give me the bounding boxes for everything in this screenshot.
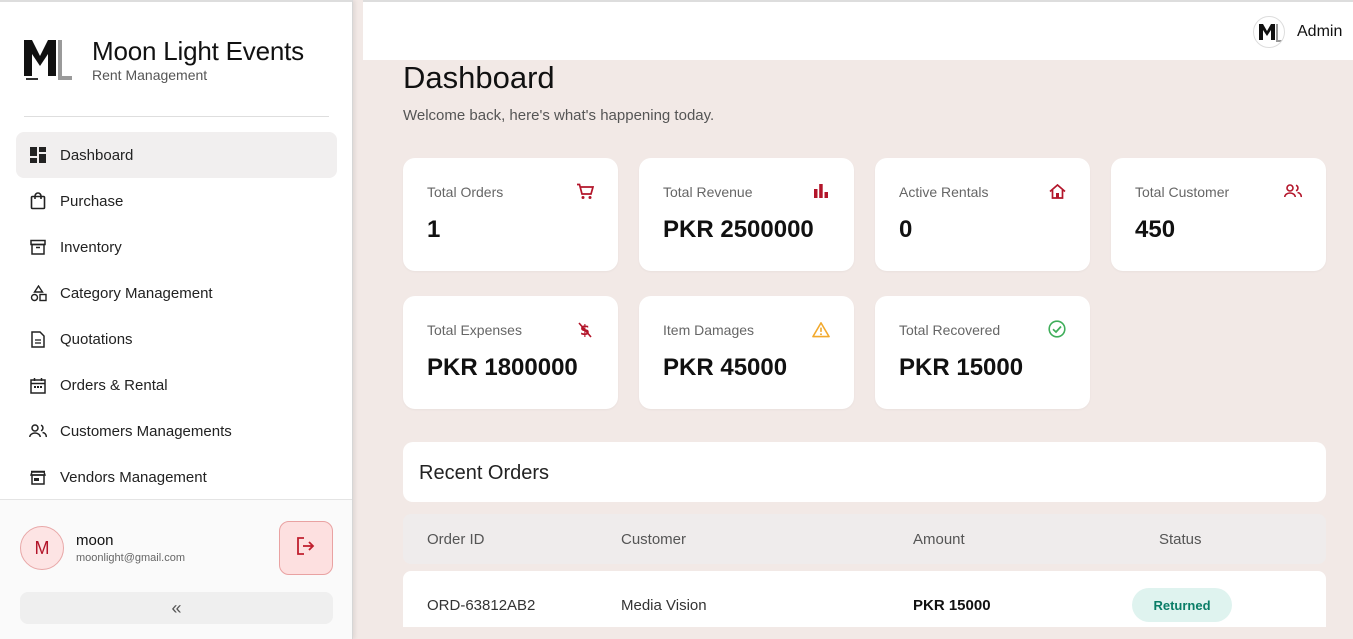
sidebar-item-category-management[interactable]: Category Management — [16, 270, 337, 316]
stat-value: 450 — [1135, 216, 1176, 243]
sidebar-item-label: Orders & Rental — [60, 376, 168, 394]
sidebar: Moon Light Events Rent Management Dashbo… — [0, 0, 353, 639]
brand-subtitle: Rent Management — [92, 67, 208, 83]
category-icon — [29, 284, 47, 302]
sidebar-item-vendors-management[interactable]: Vendors Management — [16, 454, 337, 500]
stat-value: PKR 15000 — [899, 354, 1024, 381]
check-circle-icon — [1048, 320, 1066, 338]
stat-card-total-customer: Total Customer 450 — [1111, 158, 1326, 271]
archive-icon — [29, 238, 47, 256]
sidebar-item-orders-rental[interactable]: Orders & Rental — [16, 362, 337, 408]
order-id-cell: ORD-63812AB2 — [427, 597, 536, 614]
logout-icon — [296, 536, 316, 560]
store-icon — [29, 468, 47, 486]
calendar-icon — [29, 376, 47, 394]
stat-value: PKR 2500000 — [663, 216, 814, 243]
chevron-double-left-icon: « — [171, 597, 182, 618]
sidebar-item-label: Dashboard — [60, 146, 134, 164]
stat-card-total-expenses: Total Expenses $ PKR 1800000 — [403, 296, 618, 409]
customer-cell: Media Vision — [621, 597, 707, 614]
sidebar-item-label: Vendors Management — [60, 468, 207, 486]
sidebar-item-label: Category Management — [60, 284, 213, 302]
page-title: Dashboard — [403, 60, 555, 95]
stat-card-total-orders: Total Orders 1 — [403, 158, 618, 271]
user-name: moon — [76, 532, 114, 549]
home-icon — [1048, 182, 1066, 200]
sidebar-item-label: Customers Managements — [60, 422, 232, 440]
stat-card-active-rentals: Active Rentals 0 — [875, 158, 1090, 271]
stat-value: PKR 45000 — [663, 354, 788, 381]
sidebar-nav: Dashboard Purchase Inventory Category Ma… — [16, 132, 337, 500]
stat-card-total-revenue: Total Revenue PKR 2500000 — [639, 158, 854, 271]
sidebar-item-dashboard[interactable]: Dashboard — [16, 132, 337, 178]
sidebar-item-quotations[interactable]: Quotations — [16, 316, 337, 362]
admin-label[interactable]: Admin — [1297, 23, 1342, 41]
sidebar-item-customers-managements[interactable]: Customers Managements — [16, 408, 337, 454]
bar-chart-icon — [812, 182, 830, 200]
column-header-status[interactable]: Status — [1159, 531, 1202, 548]
recent-orders-title: Recent Orders — [419, 462, 550, 484]
column-header-customer[interactable]: Customer — [621, 531, 686, 548]
sidebar-item-label: Purchase — [60, 192, 124, 210]
collapse-sidebar-button[interactable]: « — [20, 592, 333, 624]
document-icon — [29, 330, 47, 348]
stat-label: Total Orders — [427, 184, 504, 200]
stat-card-total-recovered: Total Recovered PKR 15000 — [875, 296, 1090, 409]
money-off-icon: $ — [576, 320, 594, 338]
sidebar-item-label: Inventory — [60, 238, 122, 256]
user-email: moonlight@gmail.com — [76, 552, 185, 564]
logout-button[interactable] — [279, 521, 333, 575]
people-icon — [29, 422, 47, 440]
table-row[interactable]: ORD-63812AB2 Media Vision PKR 15000 Retu… — [403, 571, 1326, 627]
status-badge: Returned — [1132, 588, 1232, 622]
stat-value: PKR 1800000 — [427, 354, 578, 381]
user-panel: M moon moonlight@gmail.com « — [0, 499, 352, 639]
orders-table-header: Order ID Customer Amount Status — [403, 514, 1326, 564]
people-icon — [1284, 182, 1302, 200]
stat-label: Active Rentals — [899, 184, 989, 200]
sidebar-item-label: Quotations — [60, 330, 133, 348]
sidebar-item-purchase[interactable]: Purchase — [16, 178, 337, 224]
admin-avatar[interactable] — [1253, 16, 1285, 48]
avatar[interactable]: M — [20, 526, 64, 570]
page-subtitle: Welcome back, here's what's happening to… — [403, 107, 715, 124]
stat-card-item-damages: Item Damages PKR 45000 — [639, 296, 854, 409]
stat-value: 0 — [899, 216, 913, 243]
column-header-order-id[interactable]: Order ID — [427, 531, 485, 548]
dashboard-icon — [29, 146, 47, 164]
cart-icon — [576, 182, 594, 200]
brand-title: Moon Light Events — [92, 36, 304, 66]
topbar: Admin — [363, 0, 1353, 60]
stat-label: Total Recovered — [899, 322, 1001, 338]
stat-label: Total Customer — [1135, 184, 1230, 200]
stat-value: 1 — [427, 216, 441, 243]
recent-orders-header: Recent Orders — [403, 442, 1326, 502]
shopping-bag-icon — [29, 192, 47, 210]
stat-label: Total Expenses — [427, 322, 522, 338]
warning-icon — [812, 320, 830, 338]
brand-logo — [22, 36, 74, 82]
amount-cell: PKR 15000 — [913, 597, 991, 614]
sidebar-divider — [24, 116, 329, 117]
brand: Moon Light Events Rent Management — [22, 36, 304, 83]
stat-label: Total Revenue — [663, 184, 753, 200]
stat-label: Item Damages — [663, 322, 755, 338]
sidebar-item-inventory[interactable]: Inventory — [16, 224, 337, 270]
column-header-amount[interactable]: Amount — [913, 531, 965, 548]
